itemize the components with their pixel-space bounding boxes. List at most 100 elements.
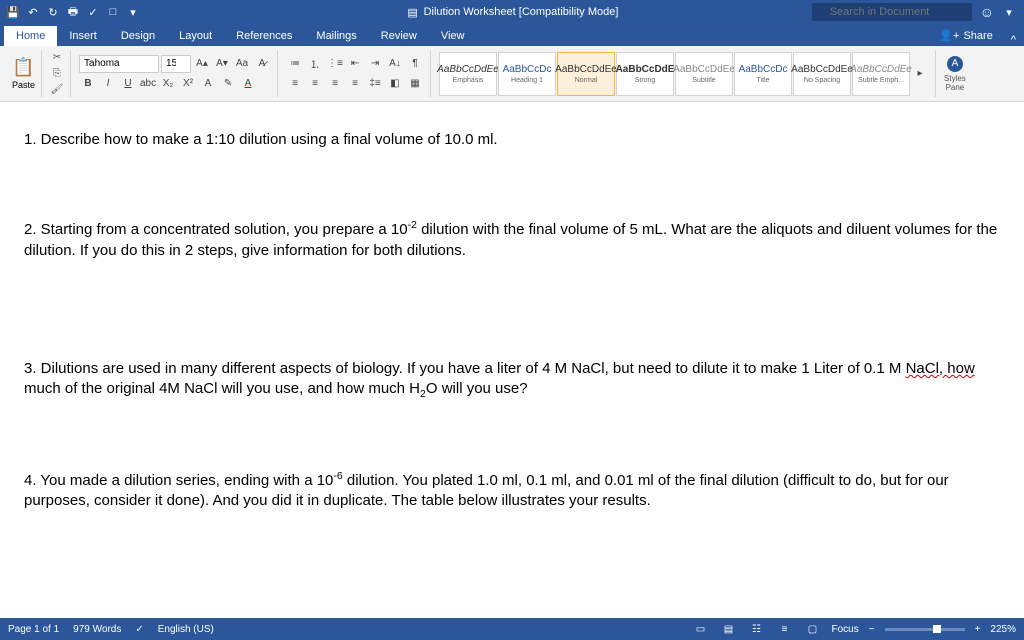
superscript-button[interactable]: X²: [179, 75, 197, 93]
tab-references[interactable]: References: [224, 26, 304, 46]
view-print-icon[interactable]: ▤: [720, 622, 738, 636]
feedback-icon[interactable]: ☺: [980, 4, 994, 20]
page-indicator[interactable]: Page 1 of 1: [8, 624, 59, 635]
share-icon: 👤+: [939, 29, 959, 42]
align-left-icon[interactable]: ≡: [286, 75, 304, 93]
language-indicator[interactable]: English (US): [158, 624, 214, 635]
shrink-font-icon[interactable]: A▾: [213, 55, 231, 73]
window-title: ▤ Dilution Worksheet [Compatibility Mode…: [406, 5, 619, 19]
styles-pane-icon: A: [947, 56, 963, 72]
tab-view[interactable]: View: [429, 26, 477, 46]
tab-review[interactable]: Review: [369, 26, 429, 46]
font-group: A▴ A▾ Aa A̷ B I U abc X₂ X² A ✎ A: [73, 50, 278, 97]
save-icon[interactable]: 💾: [6, 5, 20, 19]
style-nospacing[interactable]: AaBbCcDdEeNo Spacing: [793, 52, 851, 96]
cut-icon[interactable]: ✂: [50, 50, 64, 64]
tab-design[interactable]: Design: [109, 26, 167, 46]
styles-pane-label: Styles Pane: [944, 74, 966, 92]
strikethrough-button[interactable]: abc: [139, 75, 157, 93]
question-2: 2. Starting from a concentrated solution…: [24, 218, 1000, 261]
font-name-select[interactable]: [79, 55, 159, 73]
style-subtitle[interactable]: AaBbCcDdEeSubtitle: [675, 52, 733, 96]
view-outline-icon[interactable]: ≡: [776, 622, 794, 636]
tab-layout[interactable]: Layout: [167, 26, 224, 46]
styles-group: AaBbCcDdEeEmphasis AaBbCcDcHeading 1 AaB…: [433, 50, 936, 97]
style-emphasis[interactable]: AaBbCcDdEeEmphasis: [439, 52, 497, 96]
qat-dropdown-icon[interactable]: ▾: [126, 5, 140, 19]
style-title[interactable]: AaBbCcDcTitle: [734, 52, 792, 96]
clipboard-group: 📋 Paste: [6, 50, 42, 97]
font-size-select[interactable]: [161, 55, 191, 73]
dec-indent-icon[interactable]: ⇤: [346, 55, 364, 73]
grow-font-icon[interactable]: A▴: [193, 55, 211, 73]
styles-pane-group[interactable]: A Styles Pane: [938, 50, 972, 97]
ribbon: 📋 Paste ✂ ⎘ 🖌 A▴ A▾ Aa A̷ B I U abc X₂ X…: [0, 46, 1024, 102]
style-normal[interactable]: AaBbCcDdEeNormal: [557, 52, 615, 96]
justify-icon[interactable]: ≡: [346, 75, 364, 93]
titlebar: 💾 ↶ ↻ 🖶 ✓ □ ▾ ▤ Dilution Worksheet [Comp…: [0, 0, 1024, 24]
question-1: 1. Describe how to make a 1:10 dilution …: [24, 130, 1000, 150]
copy-icon[interactable]: ⎘: [50, 66, 64, 80]
highlight-icon[interactable]: ✎: [219, 75, 237, 93]
search-input[interactable]: [812, 3, 972, 21]
proofing-icon[interactable]: ✓: [135, 624, 143, 635]
view-read-icon[interactable]: ▭: [692, 622, 710, 636]
show-marks-icon[interactable]: ¶: [406, 55, 424, 73]
format-painter-icon[interactable]: 🖌: [50, 82, 64, 96]
subscript-button[interactable]: X₂: [159, 75, 177, 93]
style-strong[interactable]: AaBbCcDdEStrong: [616, 52, 674, 96]
inc-indent-icon[interactable]: ⇥: [366, 55, 384, 73]
line-spacing-icon[interactable]: ‡≡: [366, 75, 384, 93]
clear-format-icon[interactable]: A̷: [253, 55, 271, 73]
document-canvas[interactable]: 1. Describe how to make a 1:10 dilution …: [0, 102, 1024, 618]
question-4: 4. You made a dilution series, ending wi…: [24, 469, 1000, 512]
bullets-icon[interactable]: ≔: [286, 55, 304, 73]
view-web-icon[interactable]: ☷: [748, 622, 766, 636]
zoom-level[interactable]: 225%: [990, 624, 1016, 635]
word-count[interactable]: 979 Words: [73, 624, 121, 635]
new-doc-icon[interactable]: □: [106, 5, 120, 19]
spellcheck-icon[interactable]: ✓: [86, 5, 100, 19]
underline-button[interactable]: U: [119, 75, 137, 93]
paste-label: Paste: [12, 80, 35, 90]
styles-more-icon[interactable]: ▸: [911, 65, 929, 83]
font-color-icon[interactable]: A: [239, 75, 257, 93]
style-heading1[interactable]: AaBbCcDcHeading 1: [498, 52, 556, 96]
tab-home[interactable]: Home: [4, 26, 57, 46]
zoom-in-button[interactable]: +: [975, 624, 981, 635]
change-case-icon[interactable]: Aa: [233, 55, 251, 73]
italic-button[interactable]: I: [99, 75, 117, 93]
style-subtleemph[interactable]: AaBbCcDdEeSubtle Emph...: [852, 52, 910, 96]
numbering-icon[interactable]: ⒈: [306, 55, 324, 73]
bold-button[interactable]: B: [79, 75, 97, 93]
collapse-ribbon-icon[interactable]: ^: [1003, 34, 1024, 46]
multilevel-icon[interactable]: ⋮≡: [326, 55, 344, 73]
clipboard-mini: ✂ ⎘ 🖌: [44, 50, 71, 97]
redo-icon[interactable]: ↻: [46, 5, 60, 19]
focus-label[interactable]: Focus: [832, 624, 859, 635]
quick-access-toolbar: 💾 ↶ ↻ 🖶 ✓ □ ▾: [0, 5, 140, 19]
shading-icon[interactable]: ◧: [386, 75, 404, 93]
statusbar: Page 1 of 1 979 Words ✓ English (US) ▭ ▤…: [0, 618, 1024, 640]
print-icon[interactable]: 🖶: [66, 5, 80, 19]
borders-icon[interactable]: ▦: [406, 75, 424, 93]
document-title: Dilution Worksheet [Compatibility Mode]: [424, 6, 619, 18]
share-button[interactable]: 👤+ Share: [929, 25, 1002, 46]
zoom-out-button[interactable]: −: [869, 624, 875, 635]
align-right-icon[interactable]: ≡: [326, 75, 344, 93]
focus-icon[interactable]: ▢: [804, 622, 822, 636]
share-label: Share: [963, 30, 992, 42]
feedback-dropdown-icon[interactable]: ▾: [1002, 5, 1016, 19]
question-3: 3. Dilutions are used in many different …: [24, 359, 1000, 401]
undo-icon[interactable]: ↶: [26, 5, 40, 19]
paste-icon[interactable]: 📋: [12, 57, 34, 78]
tab-mailings[interactable]: Mailings: [304, 26, 368, 46]
search-wrap: [812, 3, 972, 21]
sort-icon[interactable]: A↓: [386, 55, 404, 73]
word-icon: ▤: [406, 5, 420, 19]
text-effects-icon[interactable]: A: [199, 75, 217, 93]
tab-insert[interactable]: Insert: [57, 26, 109, 46]
zoom-slider[interactable]: [885, 628, 965, 631]
paragraph-group: ≔ ⒈ ⋮≡ ⇤ ⇥ A↓ ¶ ≡ ≡ ≡ ≡ ‡≡ ◧ ▦: [280, 50, 431, 97]
align-center-icon[interactable]: ≡: [306, 75, 324, 93]
